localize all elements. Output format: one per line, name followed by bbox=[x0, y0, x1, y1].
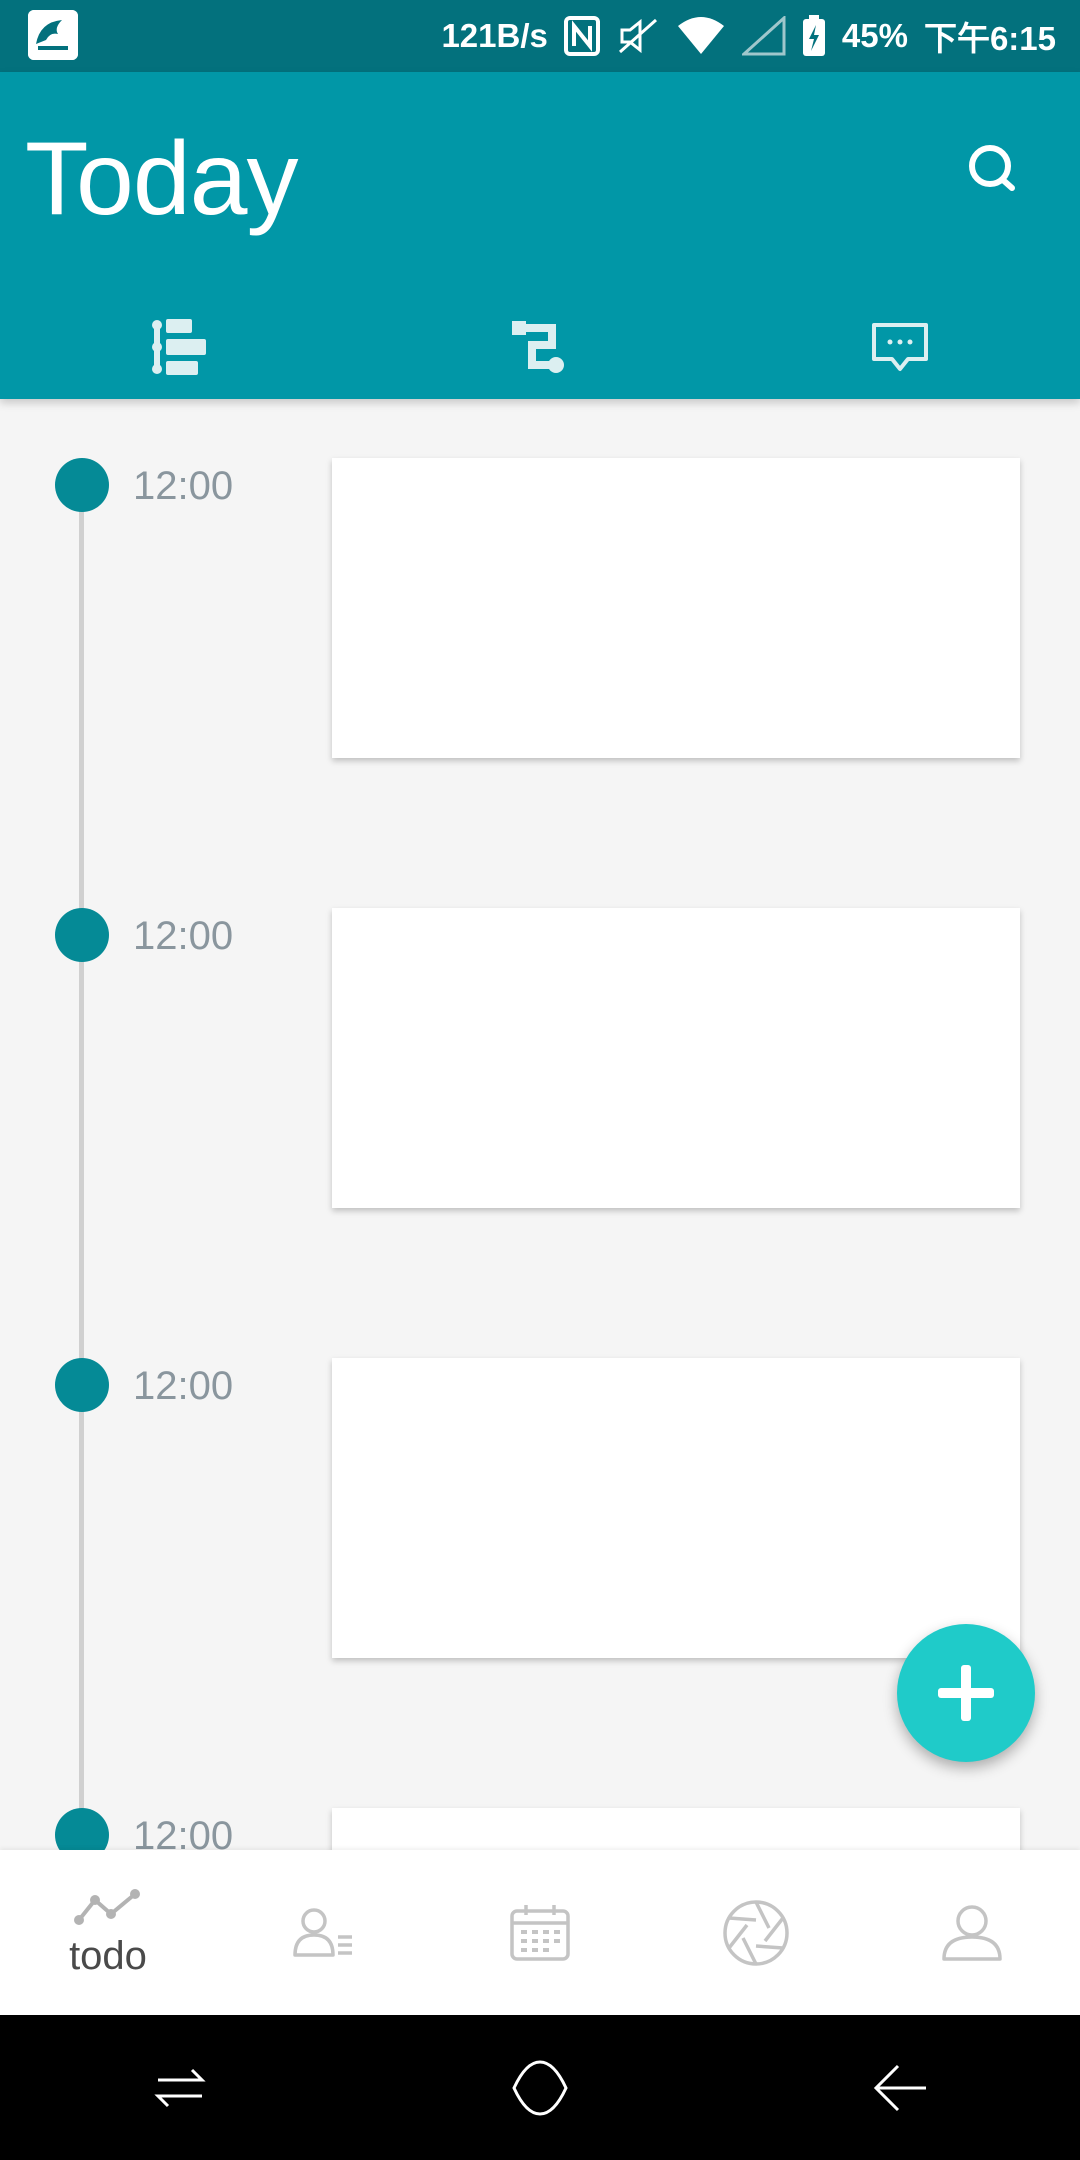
tab-chat[interactable] bbox=[720, 294, 1080, 399]
task-card[interactable] bbox=[332, 458, 1020, 758]
status-bar: 121B/s 45% 下午6:15 bbox=[0, 0, 1080, 72]
timeline-item: 12:00 bbox=[0, 908, 1080, 1208]
timeline-dot bbox=[55, 458, 109, 512]
battery-percent: 45% bbox=[841, 17, 908, 54]
trend-icon bbox=[74, 1889, 140, 1925]
recent-apps-button[interactable] bbox=[0, 2015, 360, 2160]
battery-icon bbox=[802, 15, 826, 57]
nav-item-calendar[interactable] bbox=[432, 1850, 648, 2015]
search-button[interactable] bbox=[960, 134, 1030, 204]
tab-route[interactable] bbox=[360, 294, 720, 399]
timeline-item: 12:00 bbox=[0, 1358, 1080, 1658]
tab-bar bbox=[0, 294, 1080, 399]
tab-task-list[interactable] bbox=[0, 294, 360, 399]
nav-item-todo[interactable]: todo bbox=[0, 1850, 216, 2015]
app-bar: Today bbox=[0, 72, 1080, 399]
mute-icon bbox=[616, 16, 660, 56]
nav-item-contacts[interactable] bbox=[216, 1850, 432, 2015]
back-arrow-icon bbox=[873, 2064, 926, 2111]
profile-icon bbox=[942, 1904, 1002, 1961]
clock: 下午6:15 bbox=[923, 20, 1056, 57]
nav-item-profile[interactable] bbox=[864, 1850, 1080, 2015]
nav-label-todo: todo bbox=[69, 1934, 147, 1978]
timeline-time: 12:00 bbox=[133, 914, 234, 958]
chat-icon bbox=[872, 322, 928, 371]
timeline-dot bbox=[55, 908, 109, 962]
home-button[interactable] bbox=[360, 2015, 720, 2160]
back-button[interactable] bbox=[720, 2015, 1080, 2160]
timeline-time: 12:00 bbox=[133, 464, 234, 508]
signal-icon bbox=[741, 16, 786, 56]
timeline-item: 12:00 bbox=[0, 458, 1080, 758]
nfc-icon bbox=[563, 16, 600, 56]
bottom-nav: todo bbox=[0, 1850, 1080, 2015]
calendar-icon bbox=[510, 1904, 570, 1961]
timeline: 12:00 12:00 12:00 12:00 bbox=[0, 458, 1080, 2108]
plus-icon bbox=[938, 1665, 994, 1721]
task-list-icon bbox=[152, 318, 206, 375]
contacts-icon bbox=[293, 1907, 352, 1957]
home-icon bbox=[512, 2059, 568, 2116]
nav-item-aperture[interactable] bbox=[648, 1850, 864, 2015]
timeline-time: 12:00 bbox=[133, 1364, 234, 1408]
status-icons: 121B/s 45% 下午6:15 bbox=[441, 0, 1056, 72]
screen: 121B/s 45% 下午6:15 Today 12:00 12:00 12:0… bbox=[0, 0, 1080, 2160]
timeline-dot bbox=[55, 1358, 109, 1412]
switch-icon bbox=[154, 2068, 206, 2107]
aperture-icon bbox=[723, 1899, 789, 1966]
app-logo-icon bbox=[28, 10, 78, 60]
add-task-button[interactable] bbox=[897, 1624, 1035, 1762]
task-card[interactable] bbox=[332, 1358, 1020, 1658]
search-icon bbox=[969, 145, 1015, 191]
wifi-icon bbox=[676, 16, 726, 56]
task-card[interactable] bbox=[332, 908, 1020, 1208]
net-speed: 121B/s bbox=[441, 17, 548, 54]
route-icon bbox=[512, 320, 564, 373]
page-title: Today bbox=[25, 121, 299, 237]
system-nav-bar bbox=[0, 2015, 1080, 2160]
